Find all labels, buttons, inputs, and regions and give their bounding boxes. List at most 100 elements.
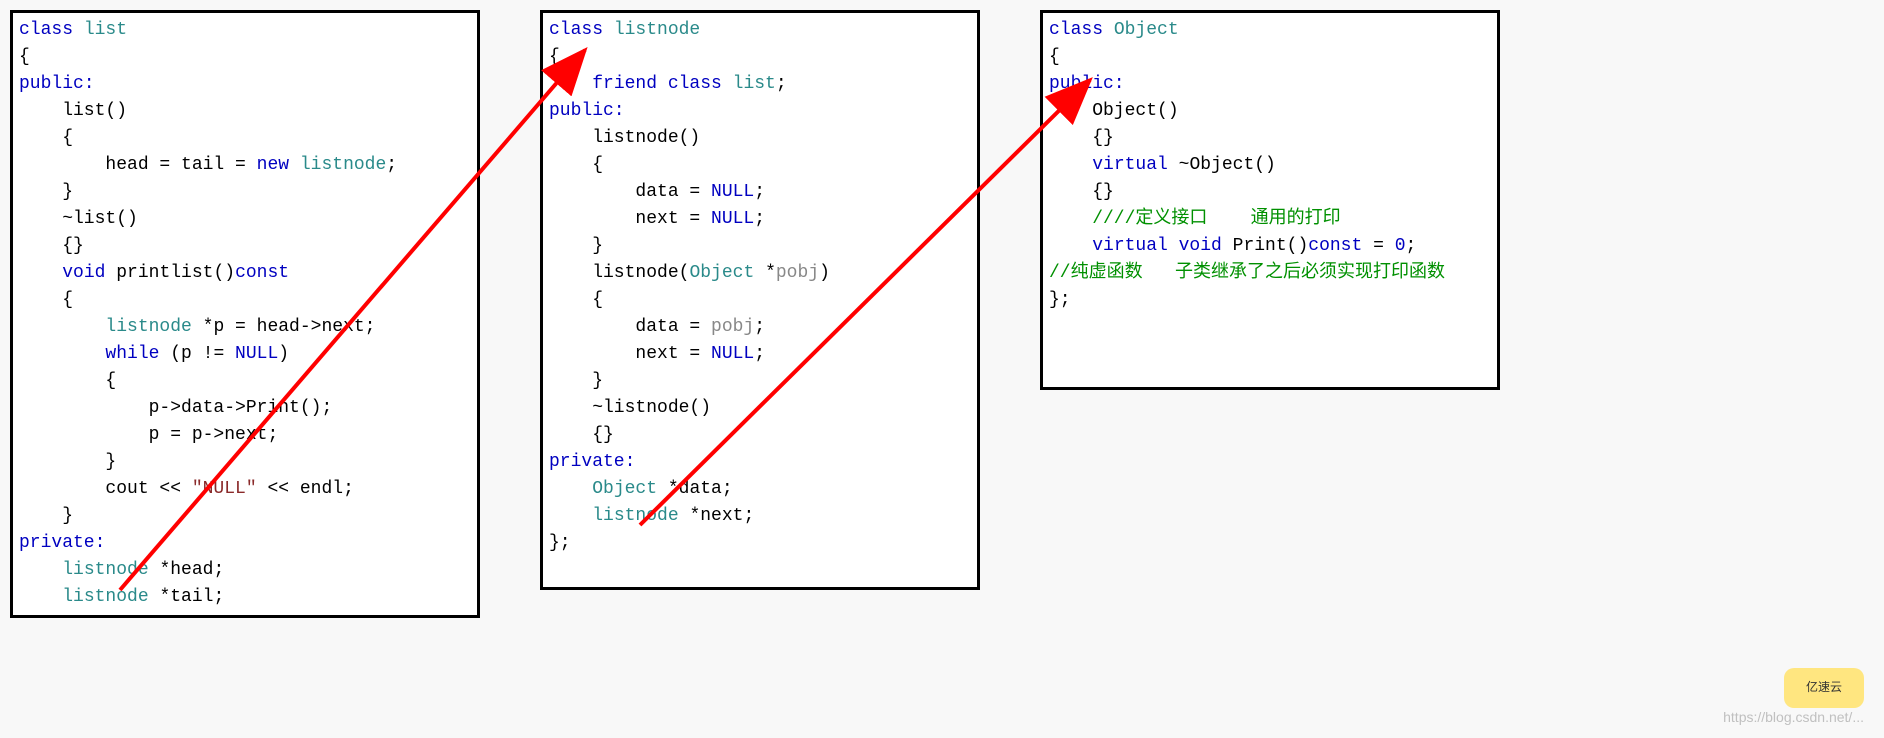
param-pobj: pobj — [776, 263, 819, 283]
stmt-print: p->data->Print(); — [19, 398, 332, 418]
watermark-text: https://blog.csdn.net/... — [1723, 707, 1864, 728]
kw-public: public: — [1049, 74, 1125, 94]
stmt-next: p = p->next; — [19, 425, 278, 445]
lit-null: NULL — [711, 209, 754, 229]
type-list: list — [733, 74, 776, 94]
kw-const: const — [1308, 236, 1373, 256]
kw-const: const — [235, 263, 289, 283]
close: }; — [1049, 290, 1071, 310]
text: ) — [819, 263, 830, 283]
text: << endl; — [267, 479, 353, 499]
brace: { — [19, 290, 73, 310]
indent — [19, 344, 105, 364]
brace: { — [549, 155, 603, 175]
indent — [1049, 155, 1092, 175]
param-pobj: pobj — [711, 317, 754, 337]
text: data = — [549, 317, 711, 337]
type-object: Object — [1114, 20, 1179, 40]
text: ; — [754, 209, 765, 229]
text: ; — [754, 317, 765, 337]
text: * — [765, 263, 776, 283]
comment-pure-virtual: //纯虚函数 子类继承了之后必须实现打印函数 — [1049, 263, 1445, 283]
brace: { — [549, 47, 560, 67]
code-panel-list: class list { public: list() { head = tai… — [10, 10, 480, 618]
lit-null: NULL — [235, 344, 278, 364]
brace: { — [1049, 47, 1060, 67]
lit-zero: 0 — [1395, 236, 1406, 256]
type-listnode: listnode — [300, 155, 386, 175]
empty-body: {} — [1049, 128, 1114, 148]
type-listnode: listnode — [614, 20, 700, 40]
text: listnode( — [549, 263, 689, 283]
fn-printlist: printlist() — [116, 263, 235, 283]
member-head: *head; — [159, 560, 224, 580]
comment-interface: ////定义接口 通用的打印 — [1049, 209, 1341, 229]
text: (p != — [170, 344, 235, 364]
text: head = tail = — [19, 155, 257, 175]
str-null: "NULL" — [192, 479, 268, 499]
kw-private: private: — [19, 533, 105, 553]
ctor-list: list() — [19, 101, 127, 121]
brace: { — [19, 371, 116, 391]
code-panel-object: class Object { public: Object() {} virtu… — [1040, 10, 1500, 390]
code-block-list: class list { public: list() { head = tai… — [19, 17, 471, 611]
code-block-object: class Object { public: Object() {} virtu… — [1049, 17, 1491, 314]
kw-class: class — [19, 20, 84, 40]
type-listnode: listnode — [62, 560, 159, 580]
kw-void: void — [62, 263, 116, 283]
text: *p = head->next; — [203, 317, 376, 337]
text: ; — [754, 182, 765, 202]
ctor-object: Object() — [1049, 101, 1179, 121]
brace: { — [19, 47, 30, 67]
kw-public: public: — [549, 101, 625, 121]
indent — [549, 479, 592, 499]
indent — [19, 317, 105, 337]
text: ; — [1406, 236, 1417, 256]
site-badge: 亿速云 — [1784, 668, 1864, 708]
member-next: *next; — [689, 506, 754, 526]
brace: } — [19, 182, 73, 202]
member-tail: *tail; — [159, 587, 224, 607]
text: ; — [754, 344, 765, 364]
indent — [549, 506, 592, 526]
brace: } — [549, 371, 603, 391]
close: }; — [549, 533, 571, 553]
badge-text: 亿速云 — [1806, 679, 1842, 697]
text: next = — [549, 209, 711, 229]
ctor-listnode: listnode() — [549, 128, 700, 148]
text: = — [1373, 236, 1395, 256]
dtor-listnode: ~listnode() — [549, 398, 711, 418]
dtor-object: ~Object() — [1179, 155, 1276, 175]
kw-friend-class: friend class — [592, 74, 732, 94]
member-data: *data; — [668, 479, 733, 499]
type-listnode: listnode — [592, 506, 689, 526]
text: next = — [549, 344, 711, 364]
brace: { — [549, 290, 603, 310]
brace: } — [549, 236, 603, 256]
lit-null: NULL — [711, 182, 754, 202]
kw-virtual: virtual — [1092, 155, 1178, 175]
indent — [19, 263, 62, 283]
dtor-list: ~list() — [19, 209, 138, 229]
brace: } — [19, 452, 116, 472]
type-object: Object — [689, 263, 765, 283]
code-block-listnode: class listnode { friend class list; publ… — [549, 17, 971, 557]
brace: } — [19, 506, 73, 526]
kw-public: public: — [19, 74, 95, 94]
kw-class: class — [1049, 20, 1114, 40]
kw-while: while — [105, 344, 170, 364]
indent — [1049, 236, 1092, 256]
brace: { — [19, 128, 73, 148]
text: data = — [549, 182, 711, 202]
type-list: list — [84, 20, 127, 40]
kw-class: class — [549, 20, 614, 40]
text: cout << — [19, 479, 192, 499]
code-panels: class list { public: list() { head = tai… — [10, 10, 1874, 618]
type-listnode: listnode — [62, 587, 159, 607]
empty-body: {} — [1049, 182, 1114, 202]
indent — [19, 560, 62, 580]
kw-virtual-void: virtual void — [1092, 236, 1232, 256]
type-listnode: listnode — [105, 317, 202, 337]
code-panel-listnode: class listnode { friend class list; publ… — [540, 10, 980, 590]
text: ) — [278, 344, 289, 364]
